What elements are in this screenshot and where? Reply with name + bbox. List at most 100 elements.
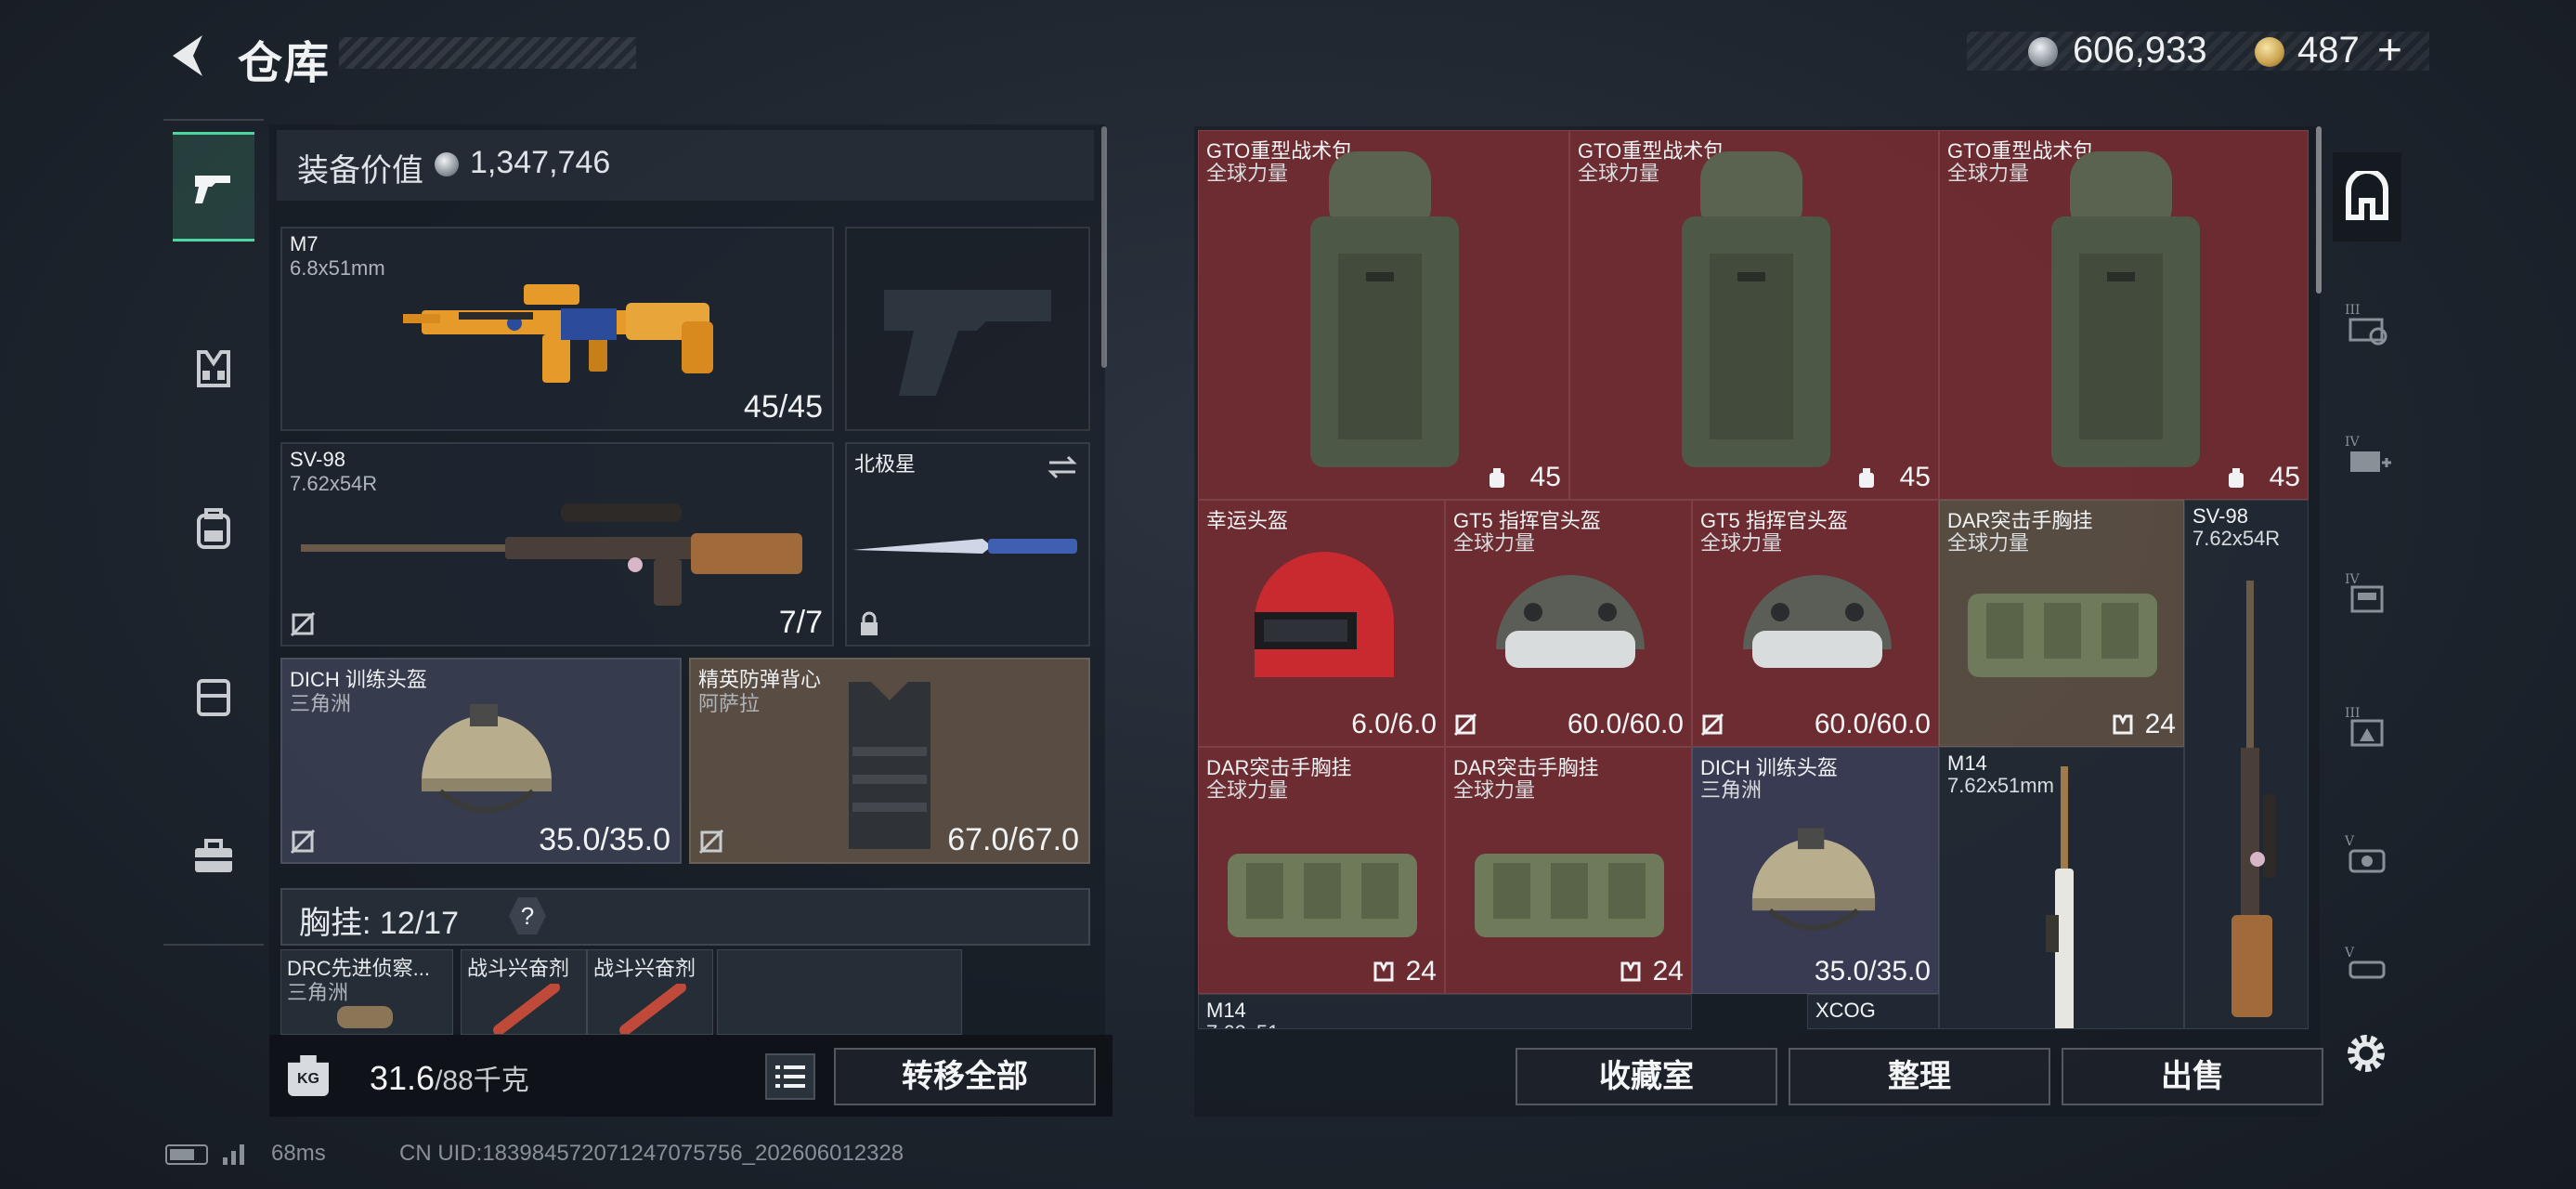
tab-weapons[interactable] <box>173 132 254 242</box>
tab-container[interactable] <box>173 641 254 751</box>
item-caliber: 7.62x54R <box>2192 527 2281 550</box>
collection-room-button[interactable]: 收藏室 <box>1516 1048 1777 1105</box>
stash-item[interactable]: GT5 指挥官头盔 全球力量 60.0/60.0 <box>1692 500 1939 747</box>
primary-weapon-slot[interactable]: M7 6.8x51mm 45/45 <box>280 227 834 431</box>
loadout-value-label: 装备价值 <box>297 153 423 189</box>
chest-rig-item[interactable]: 战斗兴奋剂 <box>461 949 587 1035</box>
chest-rig-image <box>1475 854 1664 937</box>
filter-tab-tier3-materials[interactable]: III <box>2333 682 2401 771</box>
stash-item[interactable]: 幸运头盔 6.0/6.0 <box>1198 500 1445 747</box>
ammo-count: 7/7 <box>778 605 823 640</box>
item-source: 全球力量 <box>1453 778 1536 802</box>
carry-weight: 31.6/88千克 <box>370 1057 529 1098</box>
transfer-all-button[interactable]: 转移全部 <box>834 1048 1096 1105</box>
no-insurance-icon <box>290 611 316 637</box>
helmet-image <box>1743 575 1892 668</box>
item-name: 幸运头盔 <box>1206 509 1289 532</box>
settings-gear-icon[interactable] <box>2338 1026 2394 1081</box>
scope-icon <box>337 1006 393 1028</box>
tab-armor[interactable] <box>173 314 254 424</box>
back-arrow-icon[interactable] <box>160 28 215 84</box>
chest-rig-capacity: 胸挂: 12/17 <box>299 897 459 943</box>
stash-item[interactable]: SV-98 7.62x54R <box>2184 500 2309 1029</box>
armor-vest-slot[interactable]: 精英防弹背心 阿萨拉 67.0/67.0 <box>689 658 1090 864</box>
sell-button[interactable]: 出售 <box>2062 1048 2323 1105</box>
list-view-button[interactable] <box>765 1053 815 1100</box>
battery-icon <box>165 1144 208 1165</box>
weight-current: 31.6 <box>370 1059 436 1097</box>
helmet-image <box>1255 552 1394 677</box>
chest-rig-empty-slot[interactable] <box>717 949 962 1035</box>
no-insurance-icon <box>1453 712 1477 737</box>
helmet-icon <box>422 704 552 813</box>
stash-item[interactable]: GTO重型战术包 全球力量 45 <box>1198 130 1569 500</box>
stash-scrollbar[interactable] <box>2316 126 2322 294</box>
backpack-image <box>1682 151 1830 467</box>
item-name: SV-98 <box>2192 504 2248 528</box>
capacity-icon <box>1490 468 1504 488</box>
filter-tab-tier5-more[interactable]: V <box>2333 938 2401 994</box>
helmet-slot[interactable]: DICH 训练头盔 三角洲 35.0/35.0 <box>280 658 682 864</box>
svg-text:V: V <box>2344 834 2355 849</box>
item-source: 全球力量 <box>1947 162 2030 185</box>
filter-tab-tier3-tools[interactable]: III <box>2333 279 2401 368</box>
item-source: 全球力量 <box>1947 531 2030 555</box>
filter-tab-all[interactable] <box>2333 152 2401 242</box>
no-insurance-icon <box>698 829 724 855</box>
stash-item[interactable]: DAR突击手胸挂 全球力量 24 <box>1939 500 2184 747</box>
svg-text:III: III <box>2345 303 2361 318</box>
rifle-image <box>2046 766 2074 1028</box>
tab-backpack[interactable] <box>173 474 254 583</box>
backpack-icon <box>197 508 230 549</box>
loadout-scrollbar[interactable] <box>1101 126 1107 368</box>
lock-icon <box>861 611 878 635</box>
item-name: M14 <box>1947 751 1987 775</box>
stash-item[interactable]: DICH 训练头盔 三角洲 35.0/35.0 <box>1692 747 1939 994</box>
stash-item[interactable]: GTO重型战术包 全球力量 45 <box>1569 130 1939 500</box>
secondary-weapon-slot[interactable]: SV-98 7.62x54R 7/7 <box>280 442 834 647</box>
pistol-slot[interactable] <box>845 227 1090 431</box>
syringe-icon <box>619 984 686 1034</box>
chest-rig-label: 胸挂: <box>299 906 371 941</box>
sniper-rifle-image <box>2231 581 2276 1017</box>
filter-tab-tier4-cards[interactable]: IV <box>2333 548 2401 637</box>
swap-icon[interactable] <box>1046 453 1079 481</box>
tab-toolbox[interactable] <box>173 801 254 910</box>
loadout-value: 1,347,746 <box>470 145 611 180</box>
chest-rig-item[interactable]: DRC先进侦察... 三角洲 <box>280 949 453 1035</box>
helmet-image <box>1751 828 1876 931</box>
stash-item[interactable]: XCOG <box>1807 994 1939 1029</box>
capacity-icon <box>1859 468 1874 488</box>
svg-text:III: III <box>2345 706 2361 721</box>
weight-max: /88千克 <box>435 1065 529 1096</box>
assault-rifle-icon <box>403 284 713 383</box>
signal-icon <box>223 1144 244 1165</box>
weapon-name: M7 <box>290 232 319 255</box>
stash-item[interactable]: M14 7.62x51mm <box>1939 747 2184 1029</box>
ammo-count: 45/45 <box>743 389 823 425</box>
title-decoration <box>339 37 636 69</box>
chest-rig-count: 12/17 <box>379 906 459 941</box>
weapon-name: SV-98 <box>290 448 345 471</box>
stash-item[interactable]: DAR突击手胸挂 全球力量 24 <box>1445 747 1692 994</box>
melee-slot[interactable]: 北极星 <box>845 442 1090 647</box>
stash-item[interactable]: GT5 指挥官头盔 全球力量 60.0/60.0 <box>1445 500 1692 747</box>
item-name: M14 <box>1206 999 1246 1022</box>
stash-item[interactable]: M14 7.62x51mm <box>1198 994 1692 1029</box>
stash-item[interactable]: DAR突击手胸挂 全球力量 24 <box>1198 747 1445 994</box>
chest-rig-image <box>1228 854 1417 937</box>
filter-tab-tier4-medical[interactable]: IV <box>2333 411 2401 500</box>
chest-rig-item[interactable]: 战斗兴奋剂 <box>587 949 713 1035</box>
sniper-rifle-icon <box>301 503 802 606</box>
all-items-icon <box>2346 171 2388 220</box>
melee-name: 北极星 <box>854 452 917 476</box>
gold-currency-value: 487 <box>2297 30 2360 71</box>
stash-item[interactable]: GTO重型战术包 全球力量 45 <box>1939 130 2309 500</box>
capacity-icon <box>2229 468 2244 488</box>
filter-tab-tier5-items[interactable]: V <box>2333 810 2401 899</box>
item-name: 战斗兴奋剂 <box>467 957 570 980</box>
vest-source: 阿萨拉 <box>698 692 761 715</box>
sort-button[interactable]: 整理 <box>1789 1048 2050 1105</box>
no-insurance-icon <box>290 829 316 855</box>
add-currency-button[interactable]: + <box>2377 24 2402 74</box>
